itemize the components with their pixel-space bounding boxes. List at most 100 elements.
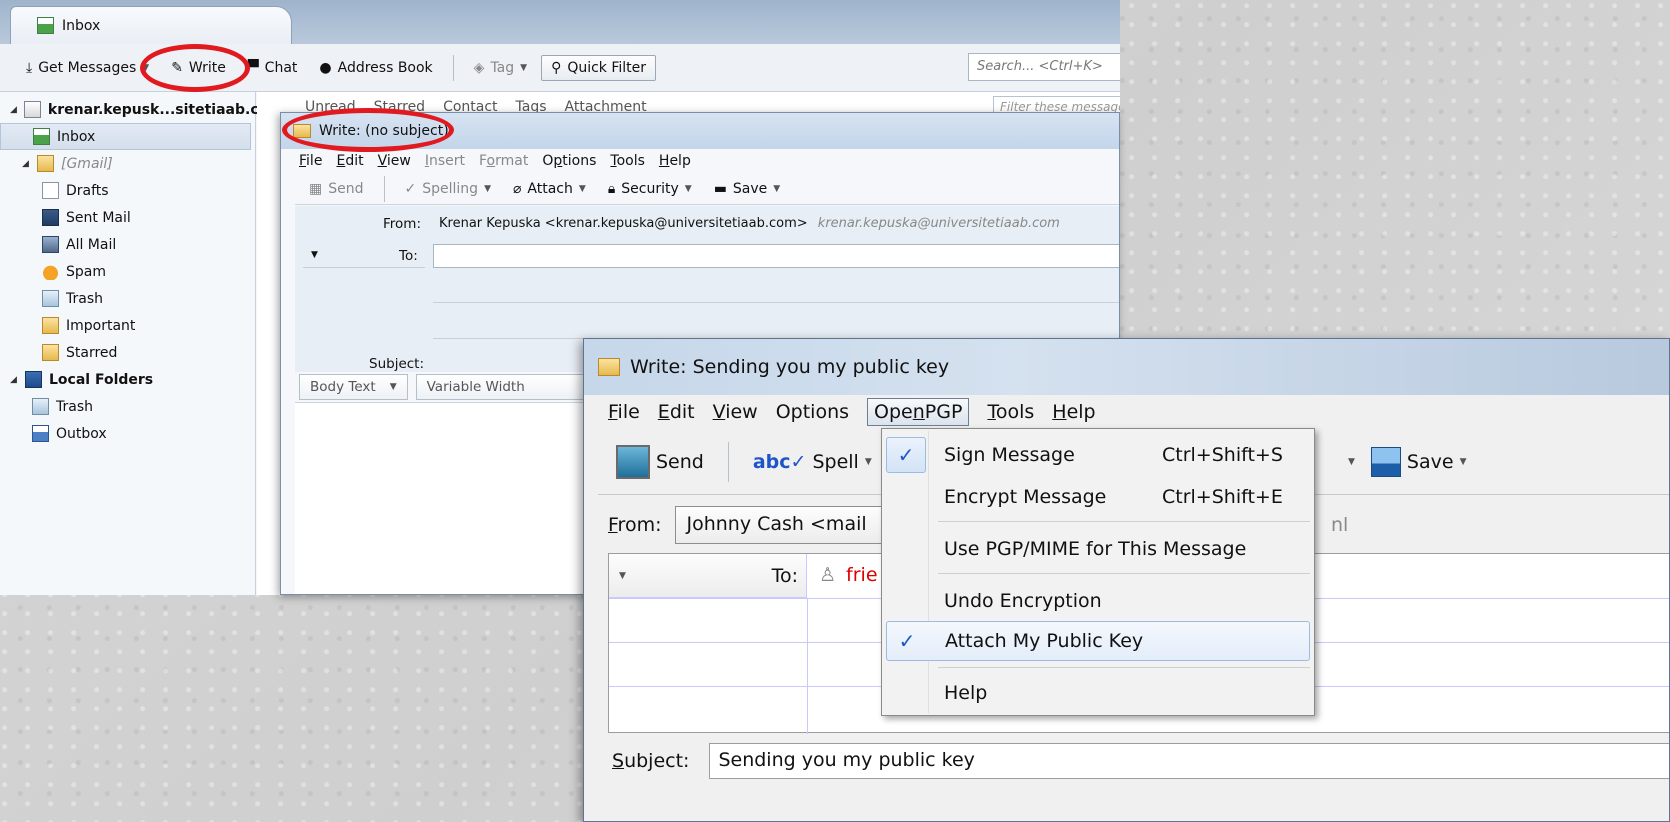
- folder-inbox[interactable]: Inbox: [0, 123, 251, 150]
- quick-filter-button[interactable]: ⚲ Quick Filter: [541, 54, 657, 81]
- chevron-down-icon[interactable]: ▼: [484, 184, 491, 194]
- collapse-triangle-icon[interactable]: ◢: [10, 105, 17, 115]
- menu-openpgp[interactable]: OpenPGP: [867, 398, 970, 426]
- chevron-down-icon: ▼: [389, 381, 397, 392]
- send-label: Send: [328, 180, 364, 197]
- collapse-triangle-icon[interactable]: ◢: [22, 159, 30, 169]
- menu-edit[interactable]: Edit: [336, 153, 363, 169]
- chevron-down-icon[interactable]: ▼: [579, 184, 586, 194]
- to-input[interactable]: [433, 244, 1119, 268]
- send-button[interactable]: Send: [608, 441, 712, 483]
- menu-edit[interactable]: Edit: [658, 401, 695, 423]
- security-label: Security: [621, 180, 679, 197]
- compose-window-title: Write: (no subject): [319, 123, 449, 139]
- folder-trash[interactable]: Trash: [0, 285, 255, 312]
- chat-icon: ▀: [247, 59, 259, 76]
- compose-window-titlebar[interactable]: Write: (no subject): [281, 113, 1119, 149]
- chat-button[interactable]: ▀ Chat: [240, 56, 306, 80]
- folder-label: Spam: [66, 263, 106, 280]
- paragraph-format-select[interactable]: Body Text ▼: [299, 373, 408, 400]
- menu-tools[interactable]: Tools: [610, 153, 645, 169]
- folder-gmail[interactable]: ◢ [Gmail]: [0, 150, 255, 177]
- menu-tools[interactable]: Tools: [987, 401, 1034, 423]
- menu-help[interactable]: Help: [659, 153, 691, 169]
- menu-item-sign-message[interactable]: ✓ Sign Message Ctrl+Shift+S: [886, 435, 1310, 475]
- menu-file[interactable]: File: [608, 401, 640, 423]
- folder-all-mail[interactable]: All Mail: [0, 231, 255, 258]
- floppy-disk-icon: [1370, 446, 1401, 477]
- menu-help[interactable]: Help: [1052, 401, 1095, 423]
- main-toolbar: ⤓ Get Messages ▼ ✎ Write ▀ Chat ● Addres…: [0, 44, 1120, 92]
- folder-label: krenar.kepusk...sitetiaab.com: [47, 101, 283, 118]
- chevron-down-icon[interactable]: ▼: [1348, 457, 1355, 467]
- write-button[interactable]: ✎ Write: [163, 56, 234, 80]
- tab-inbox[interactable]: Inbox: [10, 6, 292, 44]
- folder-account[interactable]: ◢ krenar.kepusk...sitetiaab.com: [0, 96, 283, 123]
- tag-button[interactable]: ◈ Tag ▼: [466, 56, 535, 80]
- spellcheck-icon: abc✓: [752, 450, 807, 473]
- menu-item-shortcut: Ctrl+Shift+S: [1162, 444, 1283, 466]
- subject-label: Subject:: [369, 356, 425, 372]
- from-label: From:: [608, 514, 662, 536]
- folder-sent-mail[interactable]: Sent Mail: [0, 204, 255, 231]
- subject-input[interactable]: Sending you my public key: [709, 743, 1669, 779]
- search-input[interactable]: Search... <Ctrl+K>: [968, 53, 1120, 81]
- from-label: From:: [383, 216, 421, 232]
- folder-local-folders[interactable]: ◢ Local Folders: [0, 366, 255, 393]
- from-value: Johnny Cash <mail: [686, 513, 867, 535]
- address-book-button[interactable]: ● Address Book: [311, 56, 440, 80]
- menu-file[interactable]: File: [299, 153, 322, 169]
- menu-item-undo-encryption[interactable]: Undo Encryption: [886, 581, 1310, 621]
- spelling-button[interactable]: ✓ Spelling ▼: [397, 177, 499, 201]
- checkmark-icon: ✓: [404, 180, 417, 197]
- folder-important[interactable]: Important: [0, 312, 255, 339]
- send-label: Send: [656, 450, 704, 473]
- tag-label: Tag: [490, 59, 515, 76]
- attach-button[interactable]: ⌀ Attach ▼: [505, 177, 594, 201]
- folder-label: Inbox: [57, 128, 96, 145]
- get-messages-label: Get Messages: [38, 59, 137, 76]
- folder-spam[interactable]: Spam: [0, 258, 255, 285]
- menu-item-help[interactable]: Help: [886, 673, 1310, 713]
- sent-mail-icon: [42, 209, 59, 226]
- spell-button[interactable]: abc✓ Spell ▼: [745, 447, 880, 477]
- chevron-down-icon[interactable]: ▼: [685, 184, 692, 194]
- security-button[interactable]: 🔒︎ Security ▼: [600, 177, 700, 201]
- from-identity-select[interactable]: Krenar Kepuska <krenar.kepuska@universit…: [439, 216, 1060, 231]
- save-button[interactable]: ▬ Save ▼: [706, 177, 789, 201]
- compose-window-icon: [293, 124, 311, 138]
- font-select[interactable]: Variable Width: [415, 373, 586, 400]
- chevron-down-icon[interactable]: ▼: [142, 63, 149, 73]
- menu-insert[interactable]: Insert: [425, 153, 465, 169]
- chevron-down-icon[interactable]: ▼: [865, 457, 872, 467]
- compose-window-titlebar[interactable]: Write: Sending you my public key: [584, 339, 1669, 395]
- menu-options[interactable]: Options: [542, 153, 596, 169]
- to-recipient[interactable]: ♙ frie: [819, 564, 878, 586]
- chevron-down-icon[interactable]: ▼: [1460, 457, 1467, 467]
- compose-window-icon: [598, 358, 620, 376]
- recipient-type-select[interactable]: ▼ To:: [609, 554, 807, 598]
- folder-drafts[interactable]: Drafts: [0, 177, 255, 204]
- to-label: To:: [399, 248, 418, 264]
- menu-item-encrypt-message[interactable]: Encrypt Message Ctrl+Shift+E: [886, 477, 1310, 517]
- font-value: Variable Width: [426, 378, 525, 395]
- send-button[interactable]: ▦ Send: [301, 177, 372, 201]
- folder-starred[interactable]: Starred: [0, 339, 255, 366]
- menu-view[interactable]: View: [378, 153, 411, 169]
- folder-local-trash[interactable]: Trash: [0, 393, 255, 420]
- menu-format[interactable]: Format: [479, 153, 528, 169]
- compose-menubar: File Edit View Insert Format Options Too…: [295, 149, 1119, 173]
- toolbar-separator: [452, 54, 454, 81]
- save-button[interactable]: ▼ Save ▼: [1340, 443, 1474, 481]
- chevron-down-icon[interactable]: ▼: [773, 184, 780, 194]
- folder-label: Starred: [66, 344, 118, 361]
- menu-options[interactable]: Options: [776, 401, 849, 423]
- folder-label: [Gmail]: [61, 155, 113, 172]
- menu-view[interactable]: View: [713, 401, 758, 423]
- folder-outbox[interactable]: Outbox: [0, 420, 255, 447]
- checkmark-icon: ✓: [886, 437, 926, 473]
- menu-item-use-pgp-mime[interactable]: Use PGP/MIME for This Message: [886, 529, 1310, 569]
- get-messages-button[interactable]: ⤓ Get Messages ▼: [18, 56, 157, 80]
- collapse-triangle-icon[interactable]: ◢: [10, 375, 18, 385]
- menu-item-attach-public-key[interactable]: ✓ Attach My Public Key: [886, 621, 1310, 661]
